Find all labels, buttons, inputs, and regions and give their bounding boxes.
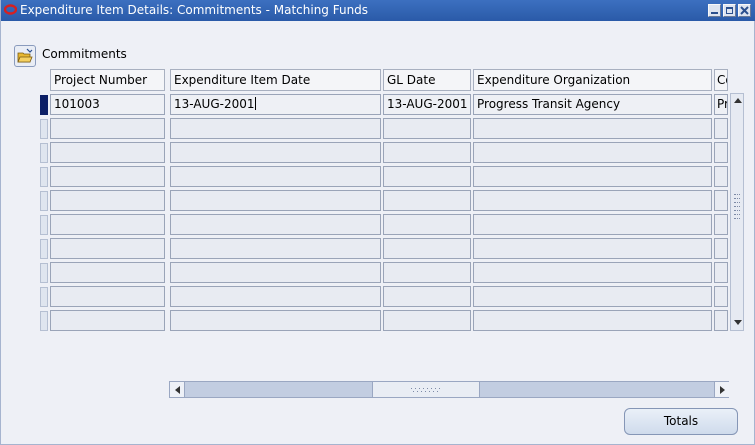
expenditure-item-date-field[interactable]: 13-AUG-2001 [170,94,381,115]
expenditure-item-date-field[interactable] [170,118,381,139]
expenditure-item-date-field[interactable] [170,310,381,331]
gl-date-field[interactable] [383,238,471,259]
expenditure-organization-field[interactable] [473,310,712,331]
expenditure-organization-field[interactable] [473,286,712,307]
expenditure-item-date-field[interactable] [170,190,381,211]
project-number-field[interactable] [50,286,165,307]
section-label: Commitments [42,47,127,61]
scroll-grip [734,218,740,220]
scroll-grip [734,202,740,204]
project-number-field[interactable] [50,142,165,163]
project-number-field[interactable] [50,190,165,211]
totals-button[interactable]: Totals [624,408,738,435]
project-number-field[interactable] [50,238,165,259]
gl-date-field[interactable]: 13-AUG-2001 [383,94,471,115]
project-number-field[interactable] [50,262,165,283]
column-header-truncated: Co [714,69,728,91]
truncated-column-field[interactable] [714,190,728,211]
gl-date-field[interactable] [383,118,471,139]
record-indicator[interactable] [40,215,48,235]
scroll-left-icon [175,386,180,394]
record-indicator[interactable] [40,191,48,211]
scroll-down-icon[interactable] [734,320,742,325]
column-header-project-number: Project Number [50,69,165,91]
expenditure-organization-field[interactable] [473,118,712,139]
window-title: Expenditure Item Details: Commitments - … [20,3,369,17]
record-indicator[interactable] [40,311,48,331]
truncated-column-field[interactable] [714,142,728,163]
project-number-field[interactable] [50,118,165,139]
truncated-column-field[interactable] [714,166,728,187]
gl-date-field[interactable] [383,214,471,235]
truncated-column-field[interactable] [714,238,728,259]
project-number-field[interactable] [50,214,165,235]
scroll-grip [734,206,740,208]
minimize-icon[interactable] [708,4,721,17]
expenditure-organization-field[interactable] [473,238,712,259]
gl-date-field[interactable] [383,286,471,307]
truncated-column-field[interactable] [714,286,728,307]
expenditure-item-date-field[interactable] [170,262,381,283]
expenditure-item-date-field[interactable] [170,166,381,187]
record-indicator[interactable] [40,287,48,307]
column-header-gl-date: GL Date [383,69,471,91]
truncated-column-field[interactable] [714,118,728,139]
expenditure-item-date-field[interactable] [170,238,381,259]
oracle-icon [4,4,17,15]
title-bar[interactable]: Expenditure Item Details: Commitments - … [1,0,755,21]
vertical-scrollbar[interactable] [730,93,744,331]
column-header-expenditure-organization: Expenditure Organization [473,69,712,91]
record-indicator[interactable] [40,239,48,259]
record-indicator[interactable] [40,263,48,283]
expenditure-organization-field[interactable] [473,190,712,211]
expenditure-organization-field[interactable] [473,142,712,163]
scroll-grip [734,198,740,200]
scroll-left-button[interactable] [170,382,185,397]
scroll-grip [734,214,740,216]
truncated-column-field[interactable] [714,262,728,283]
expenditure-item-date-field[interactable] [170,286,381,307]
app-window: Expenditure Item Details: Commitments - … [0,0,755,445]
scroll-grip [734,194,740,196]
record-indicator[interactable] [40,143,48,163]
expenditure-item-date-field[interactable] [170,142,381,163]
project-number-field[interactable]: 101003 [50,94,165,115]
horizontal-scrollbar[interactable] [169,381,729,398]
scroll-right-icon [720,386,725,394]
project-number-field[interactable] [50,166,165,187]
truncated-column-field[interactable] [714,214,728,235]
gl-date-field[interactable] [383,142,471,163]
expenditure-organization-field[interactable] [473,214,712,235]
project-number-field[interactable] [50,310,165,331]
gl-date-field[interactable] [383,310,471,331]
scroll-grip [734,210,740,212]
column-header-expenditure-item-date: Expenditure Item Date [170,69,381,91]
gl-date-field[interactable] [383,166,471,187]
restore-icon[interactable] [723,4,736,17]
record-indicator[interactable] [40,119,48,139]
truncated-column-field[interactable]: Pr [714,94,728,115]
expenditure-organization-field[interactable] [473,262,712,283]
truncated-column-field[interactable] [714,310,728,331]
current-record-indicator[interactable] [40,95,48,115]
record-indicator[interactable] [40,167,48,187]
expenditure-item-date-value: 13-AUG-2001 [174,97,255,111]
close-icon[interactable] [738,4,751,17]
expenditure-organization-field[interactable] [473,166,712,187]
folder-open-icon[interactable] [14,45,36,67]
horizontal-scroll-thumb[interactable] [372,382,480,397]
gl-date-field[interactable] [383,262,471,283]
scroll-right-button[interactable] [714,382,729,397]
text-cursor [254,97,256,110]
expenditure-item-date-field[interactable] [170,214,381,235]
scroll-up-icon[interactable] [734,98,742,103]
gl-date-field[interactable] [383,190,471,211]
expenditure-organization-field[interactable]: Progress Transit Agency [473,94,712,115]
